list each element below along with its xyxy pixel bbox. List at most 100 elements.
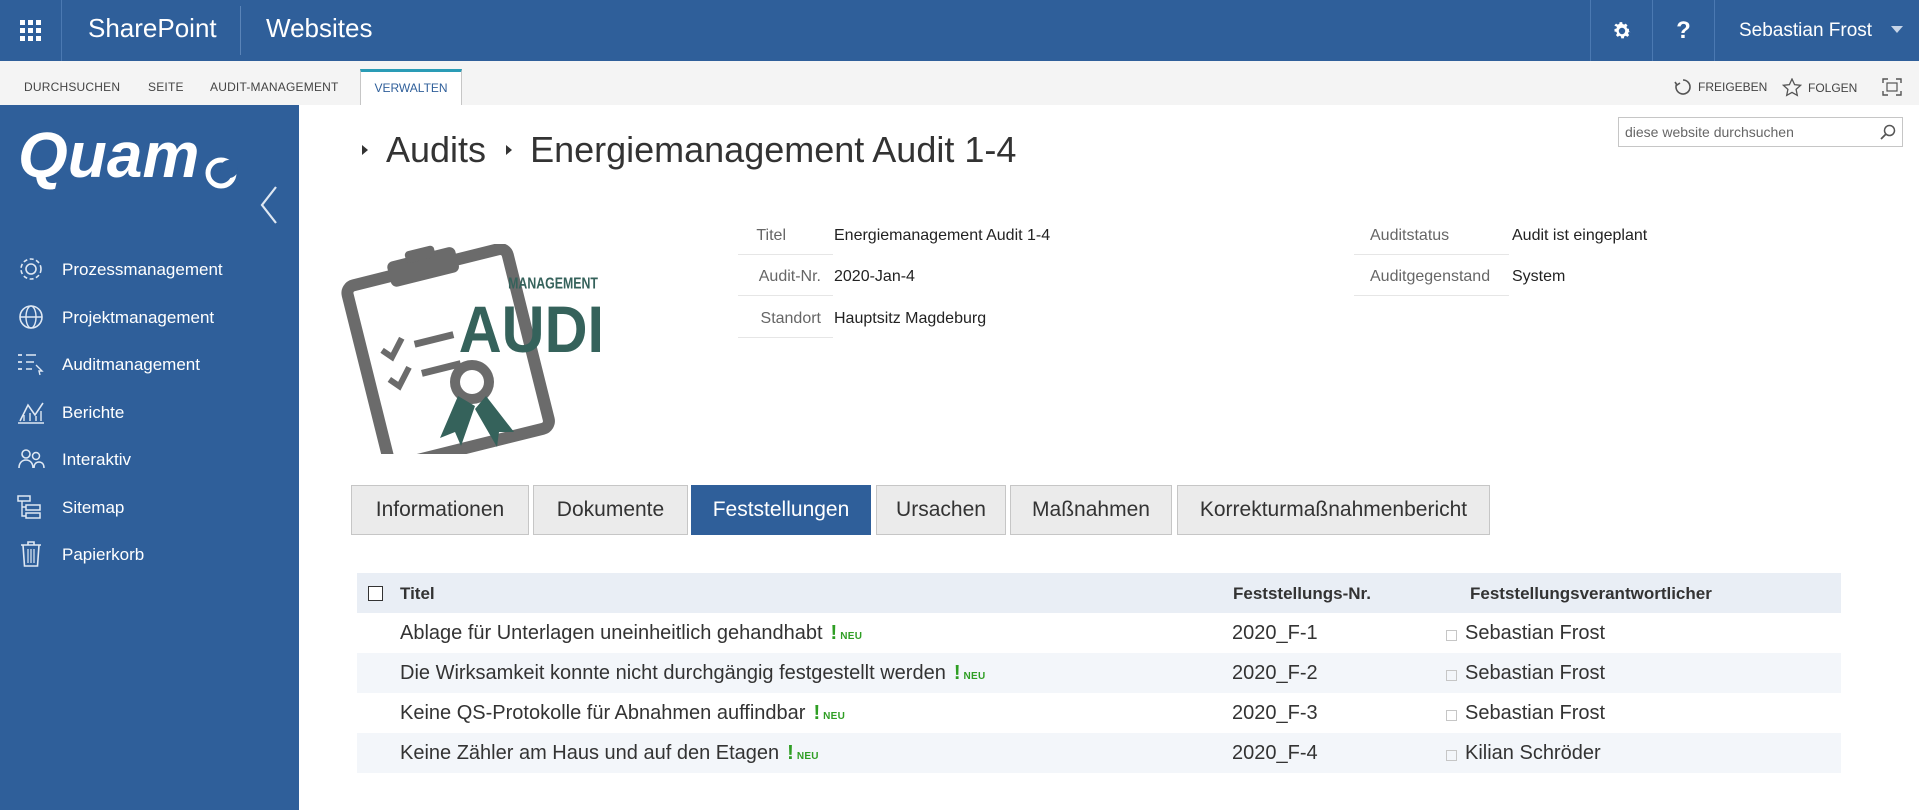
tab-ursachen[interactable]: Ursachen xyxy=(876,485,1006,535)
finding-title: Keine Zähler am Haus und auf den Etagen xyxy=(400,742,780,764)
gear-process-icon xyxy=(20,258,42,280)
breadcrumb: Audits Energiemanagement Audit 1-4 xyxy=(362,127,1016,173)
app-launcher-button[interactable] xyxy=(0,0,62,61)
logo-text: Quam xyxy=(18,119,199,191)
meta-label-audit-nr: Audit-Nr. xyxy=(758,268,821,285)
page-title: Energiemanagement Audit 1-4 xyxy=(530,129,1017,170)
new-label: NEU xyxy=(796,751,819,762)
nav-item-berichte[interactable]: Berichte xyxy=(0,392,299,432)
suite-bar: SharePoint Websites ? Sebastian Frost xyxy=(0,0,1919,61)
checklist-icon xyxy=(18,354,44,376)
column-header-verantwortlicher[interactable]: Feststellungsverantwortlicher xyxy=(1470,584,1712,604)
quam-logo[interactable]: Quam xyxy=(18,117,248,197)
finding-nr: 2020_F-3 xyxy=(1232,702,1318,724)
user-menu-button[interactable]: Sebastian Frost xyxy=(1714,0,1919,61)
table-row[interactable]: Keine Zähler am Haus und auf den Etagen!… xyxy=(357,733,1841,773)
meta-label-standort: Standort xyxy=(760,310,821,327)
meta-divider xyxy=(738,295,833,296)
meta-value-auditgegenstand: System xyxy=(1512,268,1566,285)
collapse-nav-icon[interactable] xyxy=(258,185,280,225)
ribbon-tab-durchsuchen[interactable]: DURCHSUCHEN xyxy=(24,80,120,94)
ribbon-tab-seite[interactable]: SEITE xyxy=(148,80,184,94)
meta-label-auditgegenstand: Auditgegenstand xyxy=(1370,268,1491,285)
caret-down-icon xyxy=(1891,26,1903,33)
table-row[interactable]: Keine QS-Protokolle für Abnahmen auffind… xyxy=(357,693,1841,733)
finding-title: Keine QS-Protokolle für Abnahmen auffind… xyxy=(400,702,806,724)
sharepoint-brand-link[interactable]: SharePoint xyxy=(88,13,217,44)
audit-image-audit-text: AUDIT xyxy=(459,293,600,367)
nav-label: Auditmanagement xyxy=(62,355,200,374)
nav-item-papierkorb[interactable]: Papierkorb xyxy=(0,534,299,574)
nav-item-prozessmanagement[interactable]: Prozessmanagement xyxy=(0,249,299,289)
finding-title: Die Wirksamkeit konnte nicht durchgängig… xyxy=(400,662,946,684)
tab-massnahmen[interactable]: Maßnahmen xyxy=(1010,485,1172,535)
finding-nr: 2020_F-4 xyxy=(1232,742,1318,764)
audit-image-management-text: MANAGEMENT xyxy=(508,274,598,292)
meta-value-standort: Hauptsitz Magdeburg xyxy=(834,310,987,327)
finding-person-link[interactable]: Sebastian Frost xyxy=(1465,662,1605,685)
tab-feststellungen[interactable]: Feststellungen xyxy=(691,485,871,535)
nav-item-auditmanagement[interactable]: Auditmanagement xyxy=(0,344,299,384)
presence-icon xyxy=(1446,750,1457,761)
breadcrumb-arrow-icon xyxy=(506,145,513,155)
trash-icon xyxy=(21,541,41,567)
ribbon-tab-audit-management[interactable]: AUDIT-MANAGEMENT xyxy=(210,80,339,94)
meta-divider xyxy=(738,254,833,255)
presence-icon xyxy=(1446,630,1457,641)
finding-title: Ablage für Unterlagen uneinheitlich geha… xyxy=(400,622,823,644)
meta-divider xyxy=(738,337,833,338)
finding-title-link[interactable]: Ablage für Unterlagen uneinheitlich geha… xyxy=(400,622,862,645)
presence-icon xyxy=(1446,670,1457,681)
finding-title-link[interactable]: Die Wirksamkeit konnte nicht durchgängig… xyxy=(400,662,986,685)
column-header-nr[interactable]: Feststellungs-Nr. xyxy=(1233,584,1371,604)
new-icon: ! xyxy=(830,622,838,644)
breadcrumb-audits-link[interactable]: Audits xyxy=(386,129,486,171)
share-button[interactable]: FREIGEBEN xyxy=(1674,78,1767,96)
meta-divider xyxy=(1354,295,1509,296)
tab-informationen[interactable]: Informationen xyxy=(351,485,529,535)
settings-button[interactable] xyxy=(1590,0,1652,61)
nav-label: Berichte xyxy=(62,403,125,422)
nav-item-interaktiv[interactable]: Interaktiv xyxy=(0,439,299,479)
globe-icon xyxy=(19,305,43,329)
chart-icon xyxy=(18,402,44,424)
finding-title-link[interactable]: Keine Zähler am Haus und auf den Etagen!… xyxy=(400,742,819,765)
follow-button[interactable]: FOLGEN xyxy=(1782,78,1857,97)
new-icon: ! xyxy=(787,742,794,764)
focus-mode-button[interactable] xyxy=(1882,78,1908,96)
finding-person-link[interactable]: Sebastian Frost xyxy=(1465,622,1605,645)
nav-label: Papierkorb xyxy=(62,545,145,564)
help-button[interactable]: ? xyxy=(1652,0,1714,61)
nav-item-sitemap[interactable]: Sitemap xyxy=(0,487,299,527)
finding-person-link[interactable]: Sebastian Frost xyxy=(1465,702,1605,725)
nav-label: Prozessmanagement xyxy=(62,260,223,279)
search-input[interactable] xyxy=(1619,118,1869,146)
new-icon: ! xyxy=(953,662,961,684)
websites-link[interactable]: Websites xyxy=(266,13,372,44)
select-all-checkbox[interactable] xyxy=(368,586,383,601)
table-row[interactable]: Die Wirksamkeit konnte nicht durchgängig… xyxy=(357,653,1841,693)
sitemap-icon xyxy=(17,495,41,519)
finding-person-link[interactable]: Kilian Schröder xyxy=(1465,742,1601,765)
ribbon-tab-verwalten[interactable]: VERWALTEN xyxy=(360,69,462,105)
new-label: NEU xyxy=(963,671,986,682)
meta-value-audit-nr: 2020-Jan-4 xyxy=(834,268,915,285)
meta-value-auditstatus: Audit ist eingeplant xyxy=(1512,227,1648,244)
tab-korrekturmassnahmenbericht[interactable]: Korrekturmaßnahmenbericht xyxy=(1177,485,1490,535)
tab-dokumente[interactable]: Dokumente xyxy=(533,485,688,535)
table-header: Titel Feststellungs-Nr. Feststellungsver… xyxy=(357,573,1841,613)
nav-item-projektmanagement[interactable]: Projektmanagement xyxy=(0,297,299,337)
presence-icon xyxy=(1446,710,1457,721)
site-search xyxy=(1618,117,1903,147)
new-label: NEU xyxy=(840,631,863,642)
column-header-titel[interactable]: Titel xyxy=(400,584,435,604)
table-row[interactable]: Ablage für Unterlagen uneinheitlich geha… xyxy=(357,613,1841,653)
nav-label: Projektmanagement xyxy=(62,308,215,327)
meta-label-auditstatus: Auditstatus xyxy=(1370,227,1450,244)
finding-title-link[interactable]: Keine QS-Protokolle für Abnahmen auffind… xyxy=(400,702,845,725)
nav-label: Interaktiv xyxy=(62,450,131,469)
search-icon[interactable] xyxy=(1880,124,1896,140)
suitebar-divider xyxy=(240,6,241,55)
new-label: NEU xyxy=(823,711,846,722)
share-label: FREIGEBEN xyxy=(1698,80,1768,94)
